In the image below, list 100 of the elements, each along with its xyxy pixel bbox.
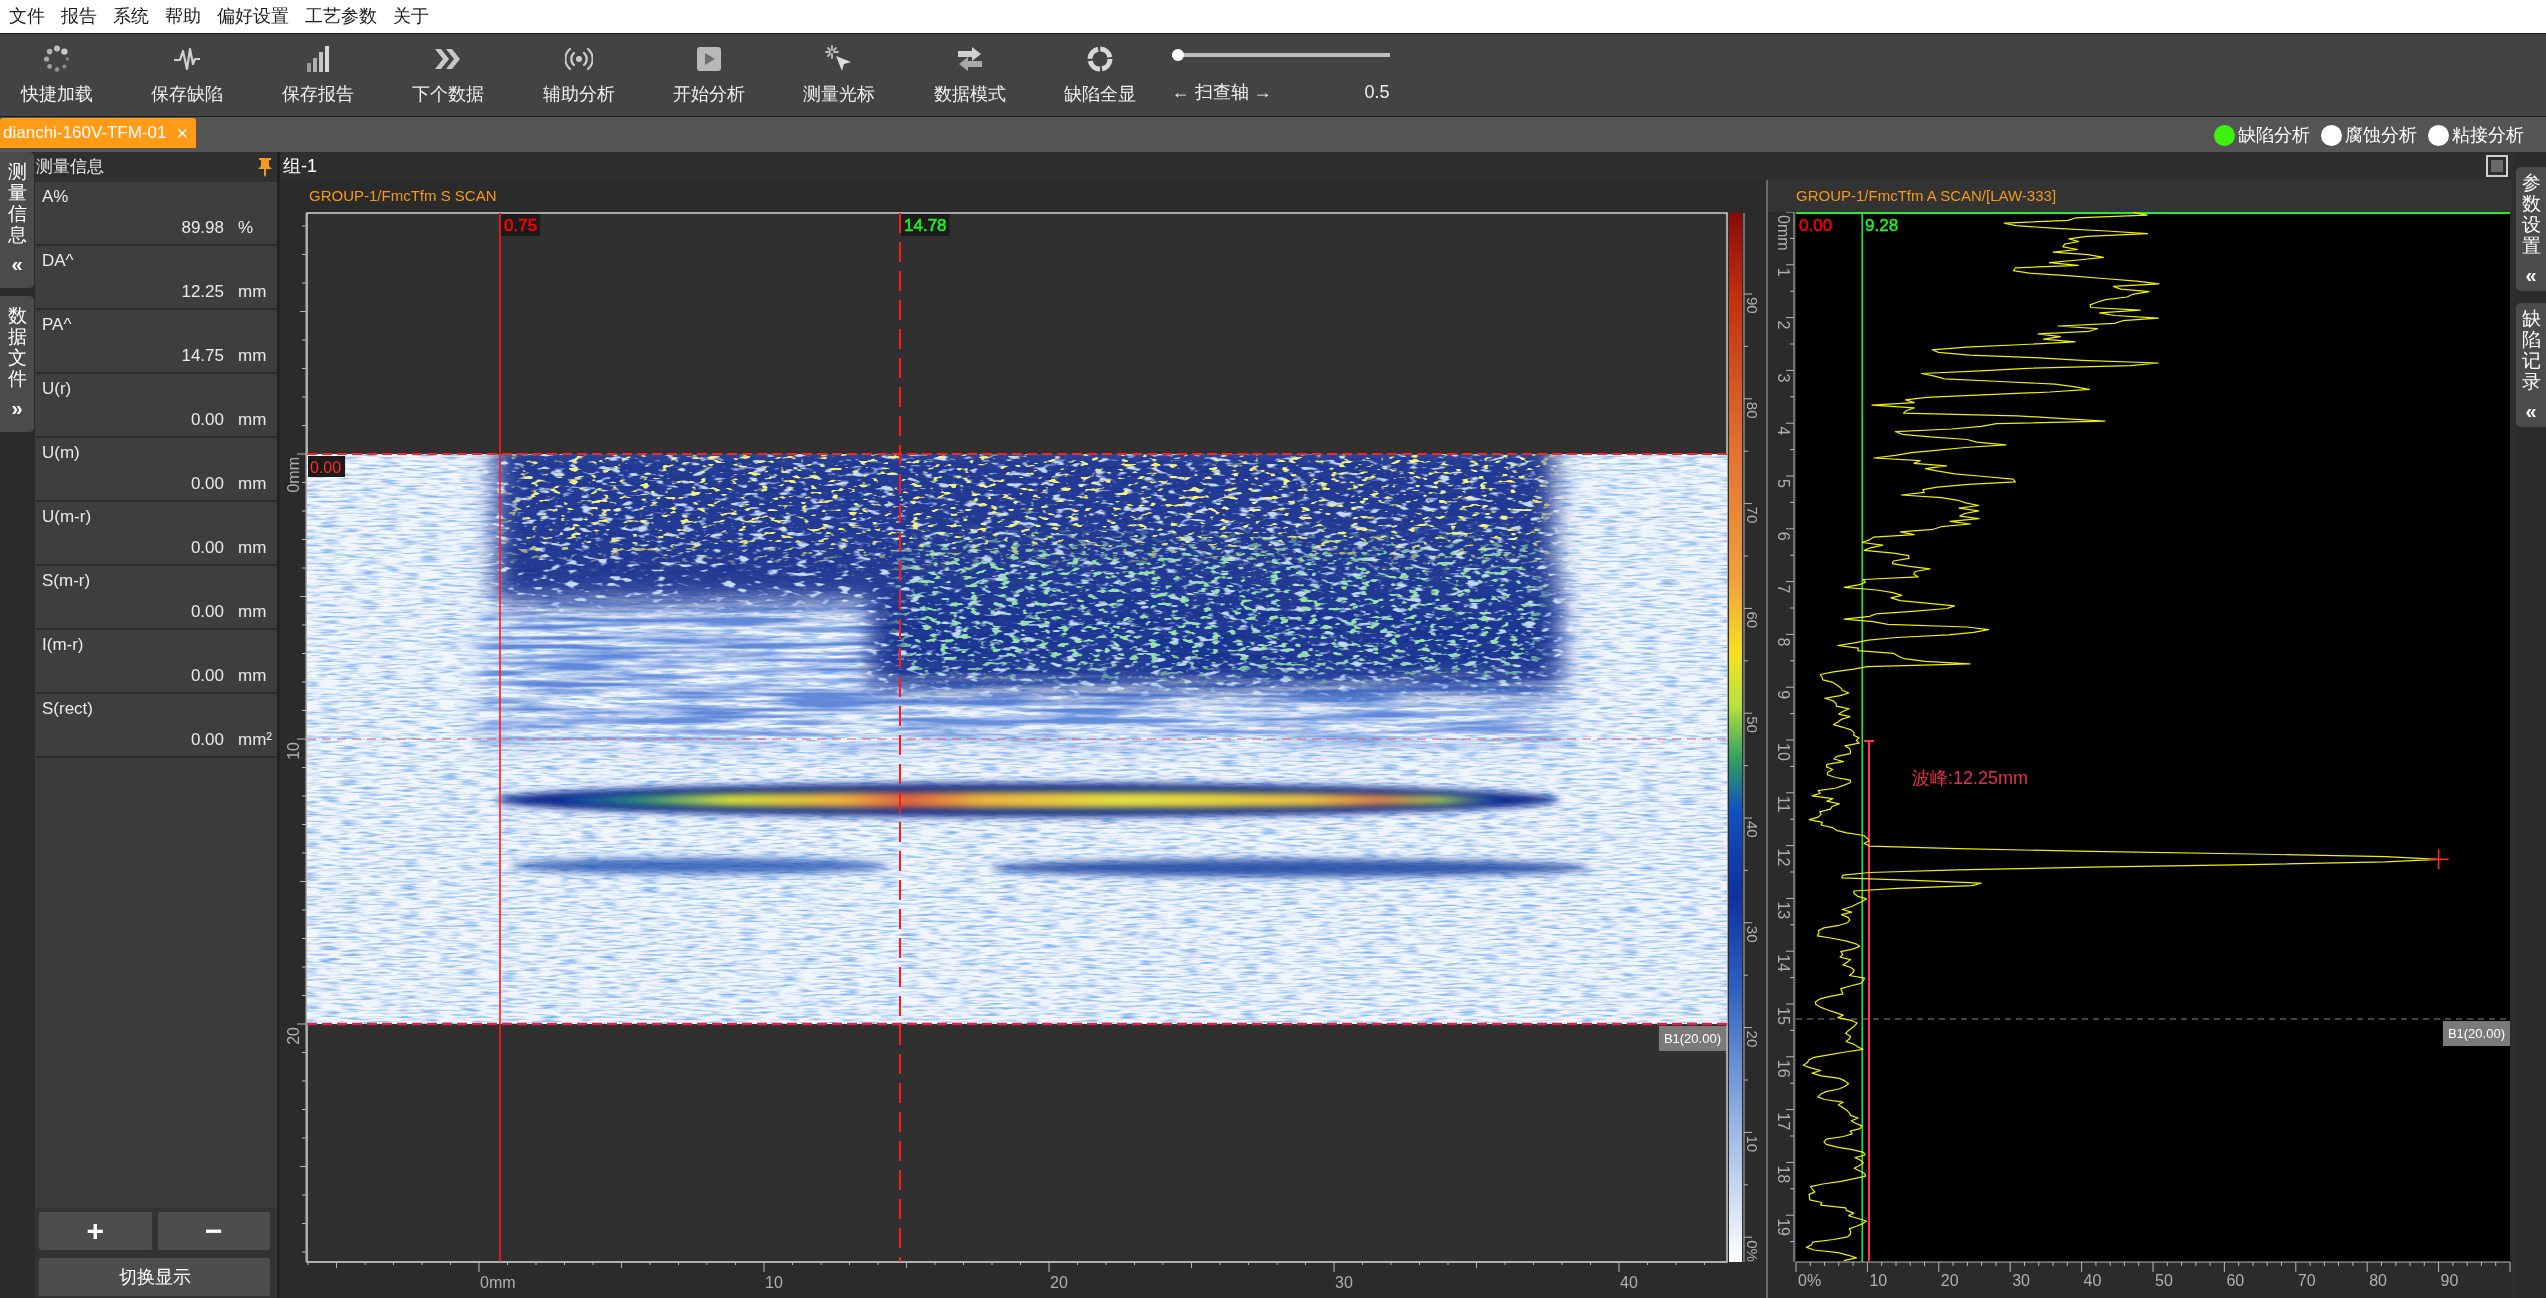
dock-tab[interactable]: 参数设置 «: [2516, 167, 2546, 291]
toolbar-button[interactable]: 保存报告: [260, 34, 375, 116]
unit-label: mm²: [238, 730, 272, 749]
axis-label: 40: [1744, 821, 1761, 838]
pulse-icon: [173, 47, 202, 71]
toolbar-button[interactable]: 快捷加载: [0, 34, 114, 116]
measurement-value: 89.98: [181, 218, 224, 238]
pin-icon[interactable]: [257, 157, 273, 177]
collapse-arrow[interactable]: «: [2525, 400, 2537, 421]
swap-arrows-icon: [955, 46, 984, 72]
unit-label: mm: [238, 474, 267, 493]
remove-button[interactable]: −: [157, 1212, 270, 1250]
ring-icon: [1086, 45, 1115, 73]
cursor-line[interactable]: [899, 213, 950, 1262]
menu-item[interactable]: 文件: [9, 6, 45, 27]
toolbar-button[interactable]: 缺陷全显: [1043, 34, 1158, 116]
axis-label: 2: [1775, 320, 1792, 330]
measurement-value: 0.00: [190, 730, 224, 750]
axis-label: 80: [2369, 1272, 2387, 1289]
axis-label: 60: [1744, 611, 1761, 629]
measurement-value: 0.00: [190, 666, 224, 686]
collapse-arrow[interactable]: »: [11, 397, 23, 418]
cursor-value-label: 0.75: [504, 216, 538, 235]
unit-label: mm: [238, 346, 267, 365]
menu-item[interactable]: 报告: [61, 6, 97, 27]
unit-label: mm: [238, 602, 267, 621]
menu-item[interactable]: 帮助: [165, 6, 201, 27]
collapse-arrow[interactable]: «: [11, 253, 23, 274]
measurement-value: 14.75: [181, 346, 224, 366]
maximize-icon[interactable]: [2486, 155, 2508, 177]
collapse-arrow[interactable]: «: [2525, 264, 2537, 285]
measurement-value: 0.00: [190, 474, 224, 494]
dock-tab[interactable]: 测量信息 «: [0, 152, 34, 288]
peak-cross-icon: [2428, 849, 2449, 870]
axis-label: 20: [285, 1027, 302, 1045]
axis-label: 60: [2226, 1272, 2245, 1289]
axis-label: 15: [1775, 1007, 1792, 1025]
play-icon: [695, 46, 722, 72]
axis-label: 40: [2083, 1272, 2102, 1289]
axis-label: 18: [1775, 1165, 1792, 1184]
axis-label: 40: [1620, 1274, 1638, 1291]
cursor-line[interactable]: [1861, 212, 1864, 1262]
axis-label: 80: [1744, 401, 1761, 419]
axis-label: 6: [1775, 531, 1792, 541]
axis-label: 70: [1744, 506, 1761, 524]
gate-value-label: 0.00: [310, 459, 342, 476]
radio-option[interactable]: 缺陷分析: [2214, 124, 2310, 146]
unit-label: mm: [238, 538, 267, 557]
axis-label: 17: [1775, 1112, 1792, 1131]
slider-label: ← 扫查轴 →: [1171, 82, 1272, 102]
measurement-label: DA^: [42, 251, 74, 271]
axis-label: 30: [2012, 1272, 2030, 1289]
scan-title: GROUP-1/FmcTfm S SCAN: [309, 185, 497, 206]
cursor-line[interactable]: [499, 213, 541, 1262]
axis-label: 0%: [1744, 1240, 1761, 1262]
axis-label: 10: [1744, 1135, 1761, 1153]
dock-tab[interactable]: 数据文件 »: [0, 296, 34, 432]
measurement-value: 0.00: [190, 538, 224, 558]
menu-item[interactable]: 关于: [393, 6, 429, 27]
add-button[interactable]: +: [39, 1212, 152, 1250]
axis-label: 11: [1775, 795, 1792, 813]
toolbar-button[interactable]: 辅助分析: [521, 34, 636, 116]
menu-item[interactable]: 工艺参数: [305, 6, 377, 27]
axis-label: 90: [1744, 297, 1761, 314]
dock-tab[interactable]: 缺陷记录 «: [2516, 303, 2546, 427]
axis-label: 30: [1335, 1274, 1353, 1291]
axis-label: 0mm: [1775, 215, 1792, 251]
axis-label: 9: [1775, 690, 1792, 700]
toolbar-button[interactable]: 保存缺陷: [130, 34, 245, 116]
axis-label: 8: [1775, 637, 1792, 647]
axis-label: 20: [1050, 1274, 1068, 1291]
axis-label: 0%: [1798, 1272, 1822, 1289]
menu-item[interactable]: 系统: [113, 6, 149, 27]
radio-option[interactable]: 腐蚀分析: [2321, 124, 2417, 146]
toolbar-button[interactable]: 数据模式: [912, 34, 1027, 116]
unit-label: %: [238, 218, 254, 237]
measurement-label: I(m-r): [42, 635, 84, 655]
measurement-label: U(m-r): [42, 507, 92, 527]
axis-label: 5: [1775, 479, 1792, 488]
scan-title: GROUP-1/FmcTfm A SCAN/[LAW-333]: [1796, 185, 2057, 206]
measurement-label: S(m-r): [42, 571, 91, 591]
axis-label: 90: [2440, 1272, 2459, 1289]
measurement-label: A%: [42, 187, 69, 207]
axis-label: 19: [1775, 1218, 1792, 1236]
unit-label: mm: [238, 410, 267, 429]
bar-chart-icon: [305, 45, 330, 73]
cursor-value-label: 9.28: [1865, 216, 1899, 235]
axis-label: 0mm: [480, 1274, 516, 1291]
switch-display-button[interactable]: 切换显示: [39, 1258, 270, 1296]
axis-label: 10: [1775, 743, 1792, 761]
radio-option[interactable]: 粘接分析: [2428, 124, 2524, 146]
axis-label: 3: [1775, 373, 1792, 383]
toolbar-button[interactable]: 测量光标: [782, 34, 897, 116]
slider-thumb[interactable]: [1171, 49, 1184, 61]
axis-label: 10: [1869, 1272, 1888, 1289]
toolbar-button[interactable]: 下个数据: [391, 34, 506, 116]
axis-label: 30: [1744, 925, 1761, 943]
menu-item[interactable]: 偏好设置: [217, 6, 289, 27]
axis-label: 7: [1775, 584, 1792, 594]
toolbar-button[interactable]: 开始分析: [651, 34, 766, 116]
